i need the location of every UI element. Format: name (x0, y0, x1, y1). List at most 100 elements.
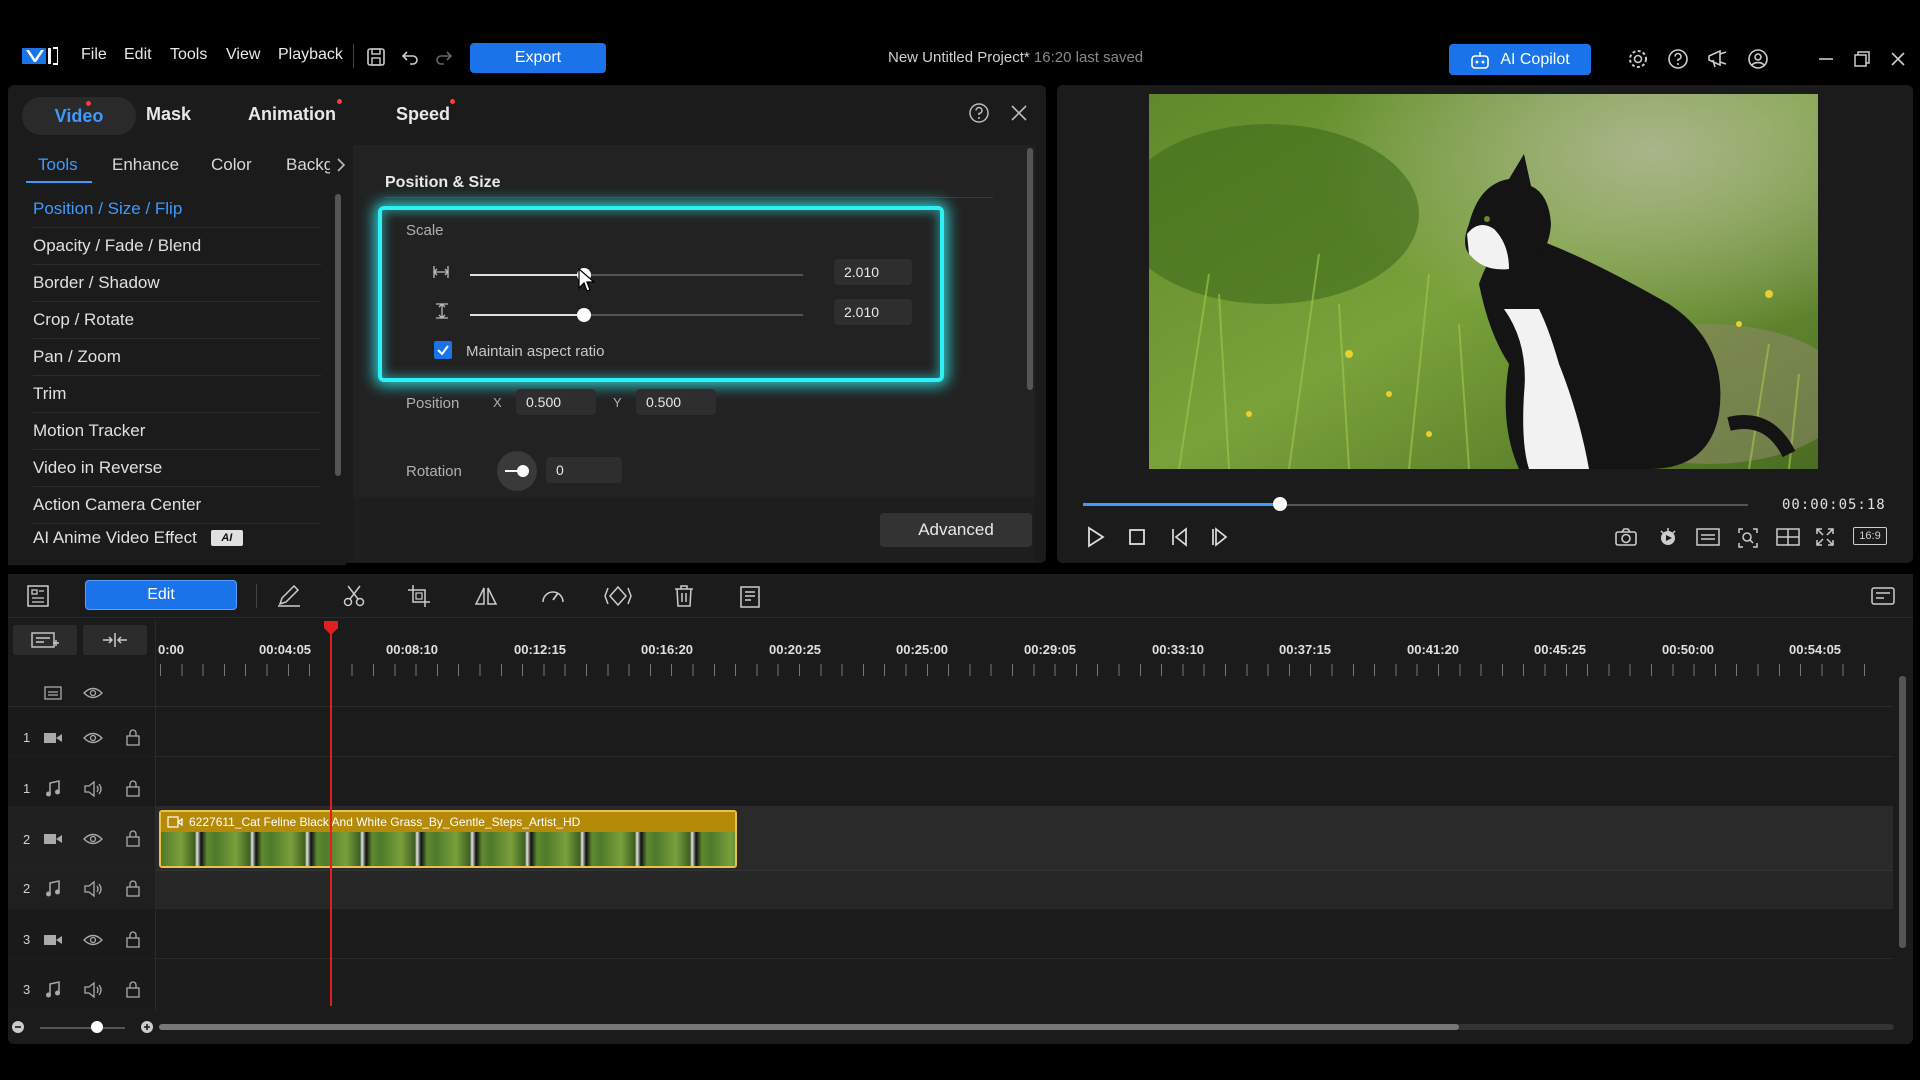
timeline-zoom-track[interactable] (40, 1027, 125, 1029)
timeline-edit-button[interactable]: Edit (85, 580, 237, 610)
play-icon[interactable] (1085, 526, 1105, 548)
tools-menu-icon[interactable] (737, 584, 763, 610)
playhead-marker[interactable] (323, 620, 339, 636)
track-lock-icon[interactable] (125, 930, 141, 948)
subtab-enhance[interactable]: Enhance (112, 155, 179, 175)
restore-icon[interactable] (1853, 50, 1871, 68)
subtab-tools[interactable]: Tools (38, 155, 78, 175)
help-icon[interactable] (1667, 48, 1689, 70)
track-volume-icon[interactable] (83, 780, 103, 798)
subtitles-icon[interactable] (1696, 527, 1720, 547)
tab-video[interactable]: Video (22, 97, 136, 135)
rotation-input[interactable]: 0 (546, 457, 622, 483)
subtitle-track-visibility-icon[interactable] (83, 686, 103, 700)
track-lock-icon[interactable] (125, 829, 141, 847)
save-icon[interactable] (366, 47, 386, 67)
tab-mask[interactable]: Mask (146, 104, 191, 125)
record-voice-icon[interactable] (1657, 526, 1679, 548)
stop-icon[interactable] (1128, 528, 1146, 546)
notification-megaphone-icon[interactable] (1706, 48, 1730, 70)
timeline-settings-icon[interactable] (1870, 584, 1898, 608)
track-volume-icon[interactable] (83, 880, 103, 898)
minimize-icon[interactable] (1817, 50, 1835, 68)
width-scale-input[interactable]: 2.010 (834, 259, 912, 285)
playback-progress-thumb[interactable] (1273, 497, 1287, 511)
flip-icon[interactable] (473, 584, 499, 608)
undo-icon[interactable] (400, 47, 420, 67)
track-visibility-icon[interactable] (83, 933, 103, 947)
menu-playback[interactable]: Playback (278, 46, 343, 64)
rotation-dial[interactable] (497, 451, 537, 491)
tab-animation[interactable]: Animation (248, 104, 336, 125)
zoom-out-icon[interactable] (11, 1020, 25, 1034)
aspect-ratio-button[interactable]: 16:9 (1853, 527, 1887, 545)
audio-track-icon (45, 780, 61, 798)
subtab-tools-underline (26, 181, 92, 183)
track-row-audio-1 (8, 757, 1893, 807)
tool-item-ai-anime-video-effect[interactable]: AI Anime Video Effect AI (33, 524, 321, 552)
advanced-button[interactable]: Advanced (880, 513, 1032, 547)
layout-grid-icon[interactable] (1776, 527, 1800, 547)
zoom-preview-icon[interactable] (1737, 527, 1759, 549)
close-window-icon[interactable] (1889, 50, 1907, 68)
panel-close-icon[interactable] (1010, 104, 1028, 122)
tool-item-crop-rotate[interactable]: Crop / Rotate (33, 302, 321, 339)
position-x-input[interactable]: 0.500 (516, 389, 596, 415)
tool-item-position-size-flip[interactable]: Position / Size / Flip (33, 191, 321, 228)
tab-speed[interactable]: Speed (396, 104, 450, 125)
video-clip[interactable]: 6227611_Cat Feline Black And White Grass… (159, 810, 737, 868)
menu-file[interactable]: File (81, 46, 107, 64)
menu-edit[interactable]: Edit (124, 46, 152, 64)
panel-help-icon[interactable] (968, 102, 990, 124)
settings-gear-icon[interactable] (1627, 48, 1649, 70)
zoom-in-icon[interactable] (140, 1020, 154, 1034)
add-track-button[interactable] (13, 625, 77, 655)
crop-icon[interactable] (407, 584, 431, 608)
track-visibility-icon[interactable] (83, 731, 103, 745)
previous-frame-icon[interactable] (1170, 526, 1192, 548)
track-volume-icon[interactable] (83, 981, 103, 999)
maintain-aspect-checkbox[interactable] (434, 341, 452, 359)
timeline-ruler[interactable]: 0:00 00:04:05 00:08:10 00:12:15 00:16:20… (158, 624, 1893, 679)
snapshot-camera-icon[interactable] (1615, 527, 1637, 547)
tool-item-opacity-fade-blend[interactable]: Opacity / Fade / Blend (33, 228, 321, 265)
keyframe-icon[interactable] (604, 584, 632, 608)
subtab-background[interactable]: Backg (286, 155, 330, 175)
tool-item-trim[interactable]: Trim (33, 376, 321, 413)
track-lock-icon[interactable] (125, 779, 141, 797)
subtab-scroll-right-icon[interactable] (335, 157, 347, 173)
tool-item-video-in-reverse[interactable]: Video in Reverse (33, 450, 321, 487)
timeline-vertical-scrollbar[interactable] (1899, 676, 1906, 948)
subtab-color[interactable]: Color (211, 155, 252, 175)
menu-tools[interactable]: Tools (170, 46, 207, 64)
track-lock-icon[interactable] (125, 980, 141, 998)
next-frame-icon[interactable] (1210, 526, 1232, 548)
tool-item-motion-tracker[interactable]: Motion Tracker (33, 413, 321, 450)
height-scale-slider-thumb[interactable] (577, 308, 591, 322)
menu-view[interactable]: View (226, 46, 260, 64)
timeline-zoom-thumb[interactable] (91, 1021, 103, 1033)
delete-trash-icon[interactable] (673, 584, 695, 608)
timeline-horizontal-scroll-thumb[interactable] (159, 1024, 1459, 1030)
redo-icon[interactable] (434, 47, 454, 67)
tool-item-action-camera-center[interactable]: Action Camera Center (33, 487, 321, 524)
settings-scrollbar[interactable] (1027, 148, 1033, 390)
pen-edit-icon[interactable] (276, 584, 302, 608)
track-lock-icon[interactable] (125, 728, 141, 746)
position-y-input[interactable]: 0.500 (636, 389, 716, 415)
height-scale-input[interactable]: 2.010 (834, 299, 912, 325)
track-visibility-icon[interactable] (83, 832, 103, 846)
speed-gauge-icon[interactable] (540, 584, 566, 608)
account-icon[interactable] (1747, 48, 1769, 70)
track-number: 3 (23, 932, 31, 947)
fit-timeline-button[interactable] (83, 625, 147, 655)
scissors-split-icon[interactable] (342, 584, 366, 608)
tool-item-border-shadow[interactable]: Border / Shadow (33, 265, 321, 302)
tool-item-pan-zoom[interactable]: Pan / Zoom (33, 339, 321, 376)
ai-copilot-button[interactable]: AI Copilot (1449, 44, 1591, 75)
timeline-view-toggle-icon[interactable] (26, 584, 50, 608)
tool-list-scrollbar[interactable] (335, 194, 341, 476)
track-lock-icon[interactable] (125, 879, 141, 897)
export-button[interactable]: Export (470, 43, 606, 73)
fullscreen-icon[interactable] (1815, 527, 1835, 547)
